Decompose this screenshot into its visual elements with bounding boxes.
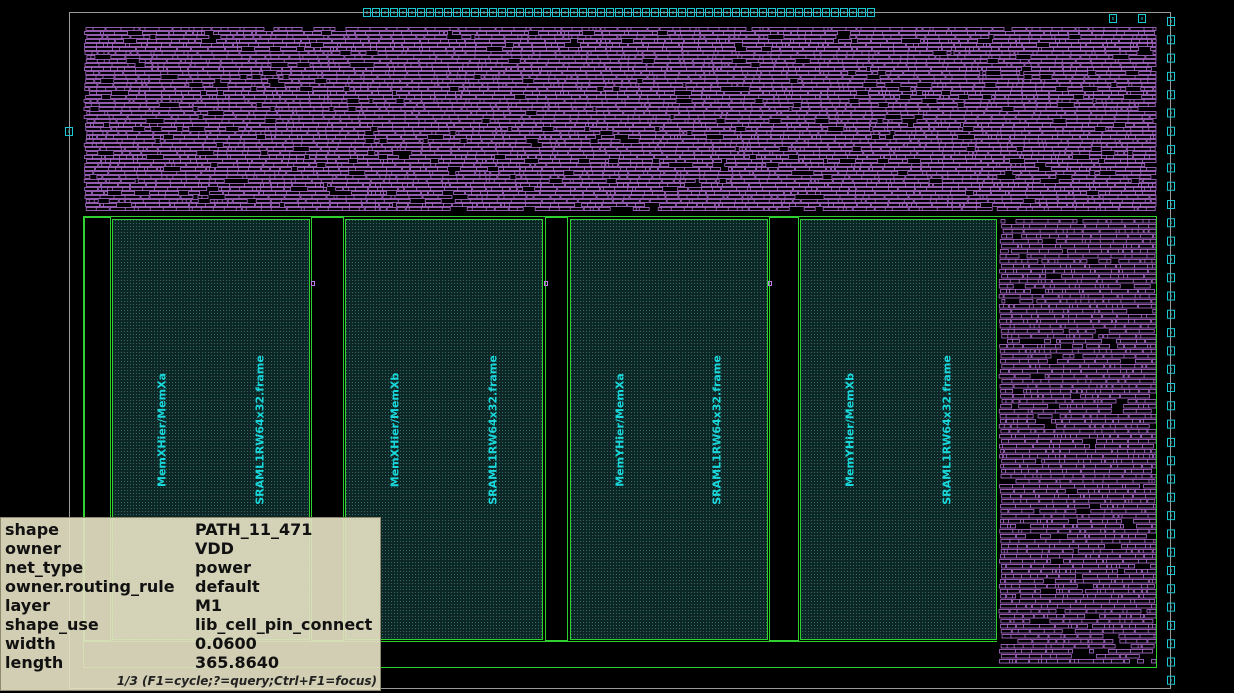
- macro-memyhier-memxa[interactable]: [570, 219, 768, 640]
- io-pins-misc[interactable]: [65, 14, 1146, 136]
- query-value: 365.8640: [195, 653, 280, 672]
- query-key: net_type: [5, 558, 84, 577]
- macro-label-instance-2: MemXHier/MemXb: [388, 372, 402, 488]
- query-value: M1: [195, 596, 223, 615]
- query-key: layer: [5, 596, 50, 615]
- macro-label-master-3: SRAML1RW64x32.frame: [710, 355, 724, 505]
- query-value: PATH_11_471: [195, 520, 313, 539]
- macro-label-instance-1: MemXHier/MemXa: [155, 372, 169, 488]
- query-key: shape_use: [5, 615, 99, 634]
- query-value: default: [195, 577, 260, 596]
- std-cell-region-top[interactable]: [83, 27, 1157, 211]
- macro-label-master-4: SRAML1RW64x32.frame: [940, 355, 954, 505]
- query-value: power: [195, 558, 251, 577]
- query-key: owner.routing_rule: [5, 577, 175, 596]
- query-key: owner: [5, 539, 61, 558]
- query-key: length: [5, 653, 64, 672]
- query-status-hint: 1/3 (F1=cycle;?=query;Ctrl+F1=focus): [116, 674, 377, 688]
- query-value: VDD: [195, 539, 234, 558]
- macro-label-master-2: SRAML1RW64x32.frame: [486, 355, 500, 505]
- std-cell-rows: [83, 27, 1157, 211]
- macro-memyhier-memxb[interactable]: [800, 219, 997, 640]
- query-key: width: [5, 634, 56, 653]
- query-info-panel: shape PATH_11_471 owner VDD net_type pow…: [0, 517, 381, 691]
- macro-label-instance-4: MemYHier/MemXb: [843, 373, 857, 487]
- macro-label-master-1: SRAML1RW64x32.frame: [253, 355, 267, 505]
- query-value: lib_cell_pin_connect: [195, 615, 373, 634]
- query-value: 0.0600: [195, 634, 257, 653]
- query-key: shape: [5, 520, 60, 539]
- std-cell-region-right[interactable]: [998, 219, 1157, 664]
- std-cell-rows: [998, 219, 1157, 664]
- macro-label-instance-3: MemYHier/MemXa: [613, 373, 627, 487]
